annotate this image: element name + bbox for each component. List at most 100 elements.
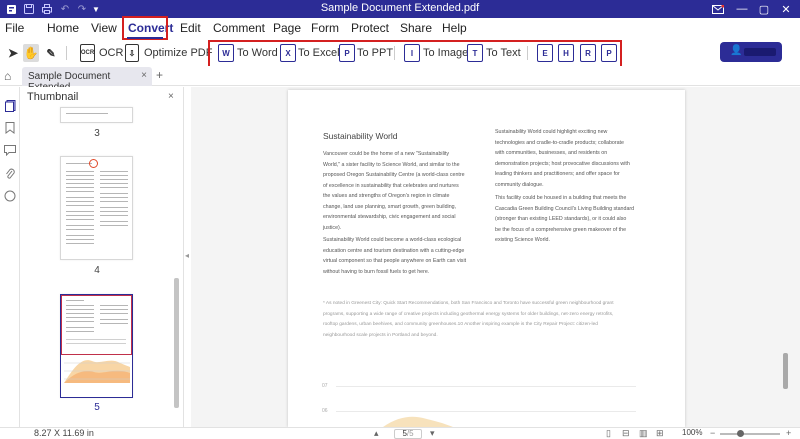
text-line: with communities, businesses, and reside… <box>495 150 608 156</box>
menu-file[interactable]: File <box>5 21 24 35</box>
next-page-icon[interactable]: ▾ <box>430 428 435 439</box>
thumbnail-text-line <box>100 193 128 194</box>
thumbnail-page-3[interactable] <box>60 107 133 123</box>
column-2-paragraph-2: This facility could be housed in a build… <box>495 193 634 246</box>
text-line: virtual component so that people anywher… <box>323 258 467 264</box>
thumbnail-text-line <box>100 183 128 184</box>
thumbnail-figure <box>89 159 98 168</box>
text-line: justice). <box>323 224 342 231</box>
single-page-view-icon[interactable]: ▯ <box>606 428 611 439</box>
zoom-in-icon[interactable]: + <box>786 428 791 438</box>
thumbnail-page-number: 5 <box>94 402 100 413</box>
menu-home[interactable]: Home <box>47 21 79 35</box>
thumbnail-text-line <box>100 201 128 202</box>
thumbnail-text-line <box>66 197 94 198</box>
mail-icon[interactable] <box>708 1 728 17</box>
ocr-button[interactable]: OCR <box>99 47 123 59</box>
thumbnail-page-5[interactable] <box>60 294 133 398</box>
chart-area-fill <box>383 416 453 427</box>
fit-page-icon[interactable]: ⊞ <box>656 428 664 439</box>
collapse-panel-icon[interactable]: ◂ <box>185 251 189 260</box>
optimize-pdf-button[interactable]: Optimize PDF <box>144 47 212 59</box>
select-cursor-icon[interactable]: ➤ <box>5 44 21 62</box>
document-tab-bar: ⌂ Sample Document Extended × + <box>0 66 800 93</box>
optimize-pdf-icon[interactable]: ⇩ <box>125 44 139 62</box>
text-line: proposed Oregon Sustainability Centre (a… <box>323 172 465 178</box>
page-heading: Sustainability World <box>323 131 398 141</box>
user-account-button[interactable]: 👤 <box>720 42 782 62</box>
text-line: change, land use planning, smart growth,… <box>323 203 457 210</box>
menu-help[interactable]: Help <box>442 21 467 35</box>
previous-page-icon[interactable]: ▴ <box>374 428 379 439</box>
text-line: of excellence in sustainability that cel… <box>323 182 459 189</box>
left-icon-rail <box>0 87 20 427</box>
document-tab[interactable]: Sample Document Extended × <box>22 67 152 93</box>
thumbnail-page-number: 4 <box>94 265 100 276</box>
menu-share[interactable]: Share <box>400 21 432 35</box>
menu-protect[interactable]: Protect <box>351 21 389 35</box>
document-scrollbar[interactable] <box>783 353 788 389</box>
chart-axis-tick: 06 <box>322 408 328 414</box>
menu-view[interactable]: View <box>91 21 117 35</box>
chart-gridline <box>336 386 636 387</box>
maximize-icon[interactable]: ▢ <box>754 1 774 17</box>
ocr-icon[interactable]: OCR <box>80 44 95 62</box>
page-count: /5 <box>406 429 414 438</box>
thumbnail-text-line <box>66 321 94 322</box>
edit-tool-icon[interactable]: ✎ <box>43 44 59 62</box>
thumbnail-panel-title: Thumbnail <box>27 91 79 103</box>
thumbnail-scrollbar[interactable] <box>174 278 179 408</box>
thumbnail-text-line <box>66 201 94 202</box>
text-line: * As noted in Greenest City: Quick Start… <box>323 301 614 306</box>
minimize-icon[interactable]: — <box>732 1 752 17</box>
menu-page[interactable]: Page <box>273 21 301 35</box>
close-icon[interactable]: ✕ <box>776 1 796 17</box>
search-icon[interactable] <box>4 190 16 202</box>
attachment-icon[interactable] <box>4 168 16 180</box>
thumbnail-text-line <box>66 113 108 114</box>
new-tab-button[interactable]: + <box>156 68 163 82</box>
column-1-paragraph-2: Sustainability World could become a worl… <box>323 235 466 277</box>
menu-form[interactable]: Form <box>311 21 339 35</box>
page-thumbnail-icon[interactable] <box>4 100 16 112</box>
panel-splitter[interactable]: ◂ <box>184 87 191 427</box>
text-line: neighbourhood scale projects in Portland… <box>323 332 438 338</box>
thumbnail-text-line <box>100 215 128 216</box>
thumbnail-text-line <box>100 207 128 208</box>
hand-tool-icon[interactable]: ✋ <box>23 44 39 62</box>
menu-bar: File Home View Convert Edit Comment Page… <box>0 18 800 40</box>
title-bar: ↶ ↷ ▼ Sample Document Extended.pdf — ▢ ✕ <box>0 0 800 18</box>
thumbnail-text-line <box>66 171 94 172</box>
convert-group-highlight <box>208 40 622 69</box>
text-line: environmental stewardship, civic engagem… <box>323 214 456 220</box>
home-icon[interactable]: ⌂ <box>4 69 11 83</box>
thumbnail-text-line <box>66 243 94 244</box>
thumbnail-text-line <box>66 339 126 340</box>
toolbar-separator <box>66 46 67 60</box>
text-line: education centre and tourism destination… <box>323 247 465 254</box>
comment-icon[interactable] <box>4 145 16 157</box>
thumbnail-text-line <box>100 187 128 188</box>
zoom-out-icon[interactable]: − <box>710 428 715 438</box>
close-panel-icon[interactable]: × <box>168 91 174 102</box>
thumbnail-text-line <box>66 175 94 176</box>
continuous-view-icon[interactable]: ⊟ <box>622 428 630 439</box>
zoom-slider-handle[interactable] <box>737 430 744 437</box>
bookmark-icon[interactable] <box>4 122 16 134</box>
thumbnail-text-line <box>66 309 94 310</box>
page-number-field[interactable]: 5/5 <box>394 429 422 439</box>
zoom-slider[interactable] <box>720 433 780 435</box>
menu-edit[interactable]: Edit <box>180 21 201 35</box>
pdf-page: Sustainability World Vancouver could be … <box>288 90 685 427</box>
thumbnail-text-line <box>100 179 128 180</box>
text-line: Sustainability World could become a worl… <box>323 237 462 243</box>
two-page-view-icon[interactable]: ▥ <box>639 428 648 439</box>
page-footnote: * As noted in Greenest City: Quick Start… <box>323 299 614 341</box>
thumbnail-page-4[interactable] <box>60 156 133 260</box>
thumbnail-text-line <box>100 323 128 324</box>
menu-comment[interactable]: Comment <box>213 21 265 35</box>
thumbnail-text-line <box>66 229 94 230</box>
thumbnail-viewport-indicator <box>61 295 132 355</box>
close-tab-icon[interactable]: × <box>141 70 147 81</box>
active-menu-underline <box>127 37 163 39</box>
